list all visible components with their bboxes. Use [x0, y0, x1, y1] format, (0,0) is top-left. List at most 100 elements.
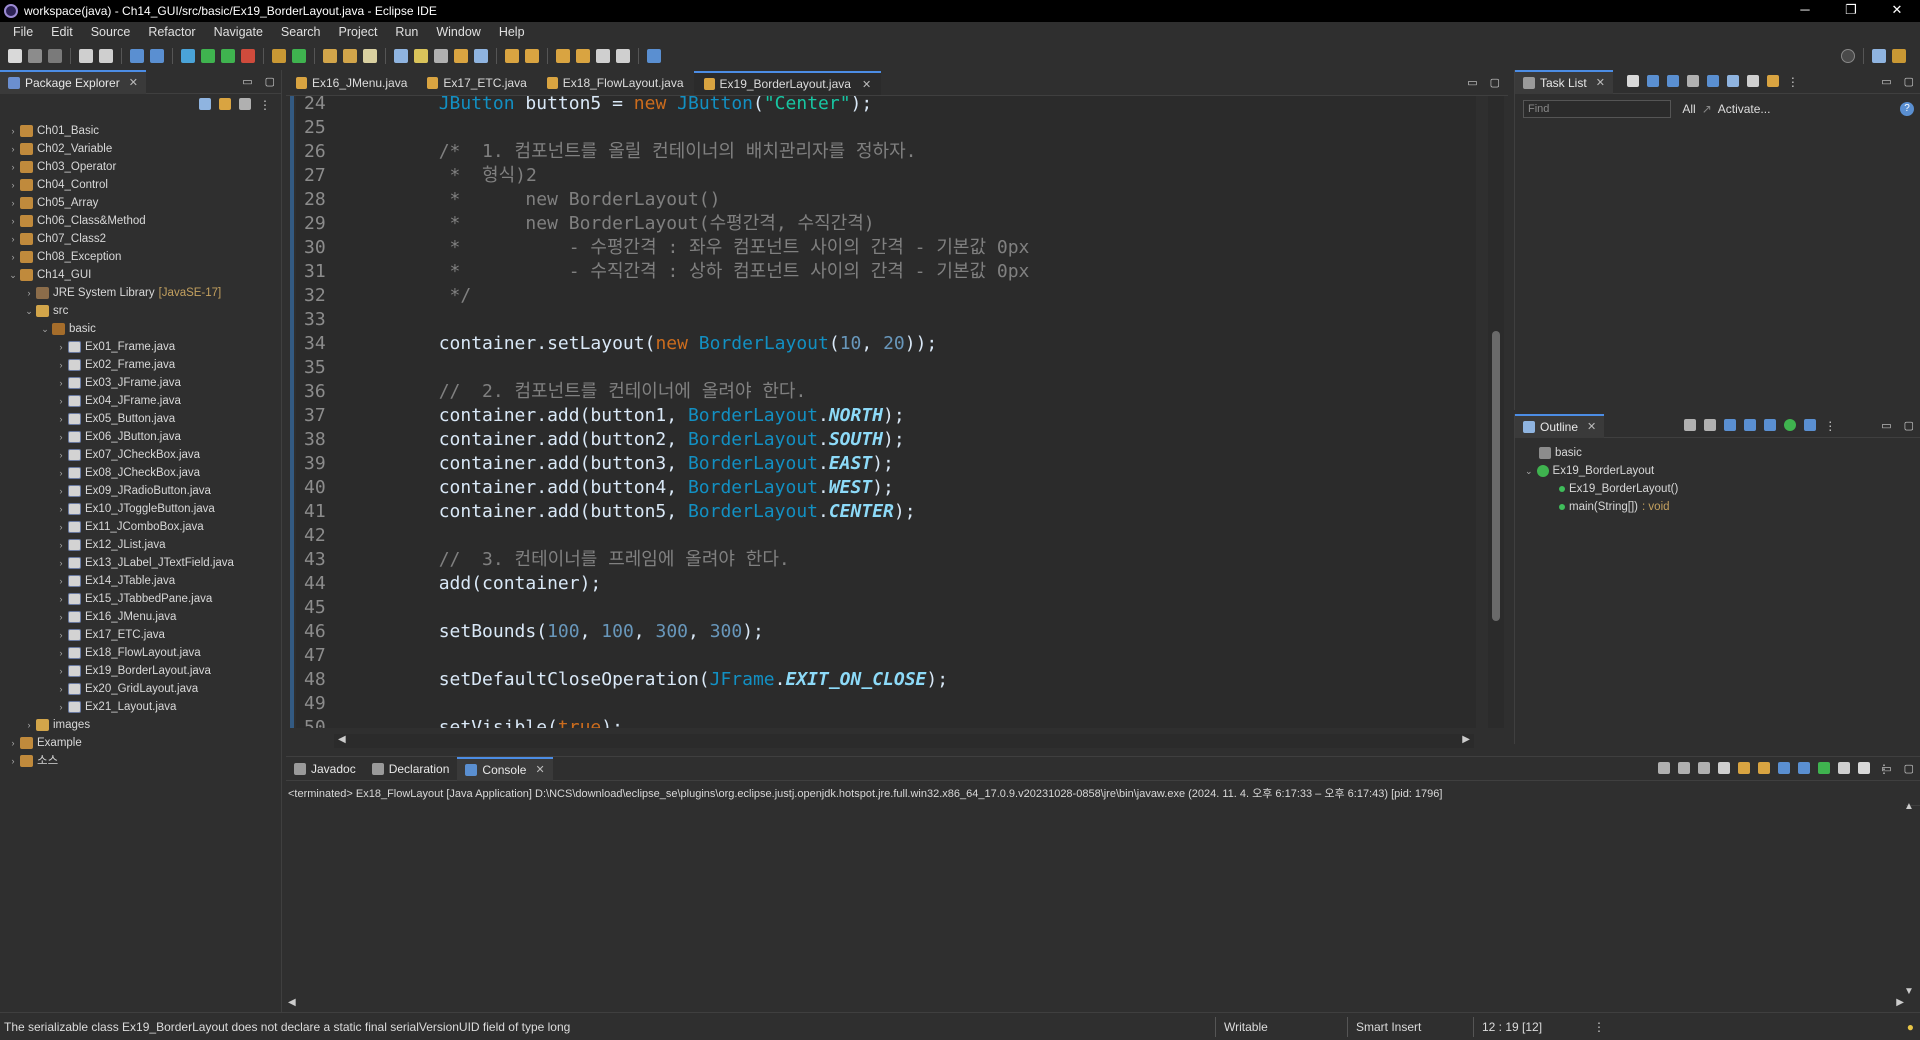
tree-item[interactable]: › Ch02_Variable: [0, 140, 281, 158]
minimize-icon[interactable]: ▭: [1467, 76, 1477, 89]
new-java-project-icon[interactable]: [272, 49, 286, 63]
status-menu-icon[interactable]: ⋮: [1593, 1020, 1605, 1034]
chevron-right-icon[interactable]: ›: [56, 428, 66, 446]
chevron-down-icon[interactable]: ⌄: [1525, 462, 1533, 480]
sync-icon[interactable]: [1766, 74, 1779, 87]
chevron-right-icon[interactable]: ›: [8, 176, 18, 194]
pin-editor-icon[interactable]: [647, 49, 661, 63]
maximize-icon[interactable]: ▢: [1904, 419, 1914, 432]
minimize-icon[interactable]: ▭: [1881, 419, 1891, 432]
block-selection-icon[interactable]: [434, 49, 448, 63]
tree-item[interactable]: › Ex09_JRadioButton.java: [0, 482, 281, 500]
chevron-right-icon[interactable]: ›: [56, 590, 66, 608]
chevron-right-icon[interactable]: ›: [56, 644, 66, 662]
close-icon[interactable]: ✕: [129, 76, 138, 89]
chevron-right-icon[interactable]: ›: [56, 662, 66, 680]
tree-item[interactable]: › Ex21_Layout.java: [0, 698, 281, 716]
undo-icon[interactable]: [79, 49, 93, 63]
tree-item[interactable]: › Ex13_JLabel_JTextField.java: [0, 554, 281, 572]
remove-launch-icon[interactable]: [1678, 762, 1690, 774]
close-icon[interactable]: ✕: [1596, 76, 1605, 89]
collapse-icon[interactable]: [1746, 74, 1759, 87]
next-annotation-icon[interactable]: [505, 49, 519, 63]
tab-console[interactable]: Console ✕: [457, 756, 553, 781]
tree-item[interactable]: › Ex10_JToggleButton.java: [0, 500, 281, 518]
expand-all-icon[interactable]: [1726, 74, 1739, 87]
debug-icon[interactable]: [181, 49, 195, 63]
close-button[interactable]: ✕: [1874, 0, 1920, 22]
maximize-icon[interactable]: ▢: [1904, 762, 1914, 775]
chevron-right-icon[interactable]: ›: [56, 410, 66, 428]
activate-link[interactable]: Activate...: [1718, 102, 1771, 116]
menu-project[interactable]: Project: [330, 25, 387, 39]
tree-item[interactable]: › Ex11_JComboBox.java: [0, 518, 281, 536]
tree-item[interactable]: › Ex06_JButton.java: [0, 428, 281, 446]
tab-javadoc[interactable]: Javadoc: [286, 757, 364, 781]
code-editor[interactable]: 24 JButton button5 = new JButton("Center…: [286, 96, 1476, 728]
editor-tab[interactable]: Ex17_ETC.java: [417, 71, 536, 95]
maximize-icon[interactable]: ▢: [1490, 76, 1500, 89]
forward-icon[interactable]: [576, 49, 590, 63]
word-wrap-icon[interactable]: [1758, 762, 1770, 774]
chevron-right-icon[interactable]: ›: [56, 554, 66, 572]
menu-refactor[interactable]: Refactor: [139, 25, 204, 39]
minimize-button[interactable]: ─: [1782, 0, 1828, 22]
view-menu-icon[interactable]: ⋮: [259, 98, 271, 116]
new-task-icon[interactable]: [1626, 74, 1639, 87]
tree-item[interactable]: › Ex08_JCheckBox.java: [0, 464, 281, 482]
chevron-right-icon[interactable]: ›: [56, 500, 66, 518]
tree-item[interactable]: ⌄ basic: [0, 320, 281, 338]
tree-item[interactable]: › Ch07_Class2: [0, 230, 281, 248]
chevron-right-icon[interactable]: ›: [56, 482, 66, 500]
terminate-icon[interactable]: [1658, 762, 1670, 774]
hide-local-icon[interactable]: [1784, 418, 1797, 431]
chevron-right-icon[interactable]: ›: [56, 356, 66, 374]
outline-constructor[interactable]: Ex19_BorderLayout(): [1525, 480, 1920, 498]
tree-item[interactable]: › Ex14_JTable.java: [0, 572, 281, 590]
view-menu-icon[interactable]: ⋮: [1824, 419, 1836, 433]
editor-tab[interactable]: Ex19_BorderLayout.java ✕: [693, 71, 882, 95]
filter-icon[interactable]: [239, 98, 251, 110]
new-icon[interactable]: [8, 49, 22, 63]
collapse-all-icon[interactable]: [1684, 418, 1697, 431]
close-icon[interactable]: ✕: [1587, 420, 1596, 433]
scheduled-icon[interactable]: [1666, 74, 1679, 87]
show-stdout-icon[interactable]: [1778, 762, 1790, 774]
tree-item[interactable]: › Ex17_ETC.java: [0, 626, 281, 644]
tree-item[interactable]: › Ex16_JMenu.java: [0, 608, 281, 626]
tab-outline[interactable]: Outline ✕: [1515, 413, 1605, 438]
show-whitespace-icon[interactable]: [454, 49, 468, 63]
tree-item[interactable]: › Ex07_JCheckBox.java: [0, 446, 281, 464]
hide-fields-icon[interactable]: [1724, 418, 1737, 431]
all-filter-link[interactable]: All: [1682, 102, 1695, 116]
maximize-button[interactable]: ❐: [1828, 0, 1874, 22]
show-stderr-icon[interactable]: [1798, 762, 1810, 774]
chevron-down-icon[interactable]: ⌄: [40, 320, 50, 338]
back-icon[interactable]: [556, 49, 570, 63]
minimize-icon[interactable]: ▭: [242, 75, 252, 88]
close-icon[interactable]: ✕: [535, 763, 544, 776]
hide-nonpublic-icon[interactable]: [1764, 418, 1777, 431]
chevron-right-icon[interactable]: ›: [56, 374, 66, 392]
chevron-right-icon[interactable]: ›: [8, 158, 18, 176]
tree-item[interactable]: › Ch06_Class&Method: [0, 212, 281, 230]
menu-navigate[interactable]: Navigate: [205, 25, 272, 39]
tree-item[interactable]: › JRE System Library [JavaSE-17]: [0, 284, 281, 302]
focus-icon[interactable]: [1706, 74, 1719, 87]
outline-package[interactable]: basic: [1525, 444, 1920, 462]
search-icon-tb[interactable]: [363, 49, 377, 63]
chevron-right-icon[interactable]: ›: [8, 230, 18, 248]
pilcrow-icon[interactable]: [474, 49, 488, 63]
editor-tab[interactable]: Ex18_FlowLayout.java: [537, 71, 694, 95]
chevron-right-icon[interactable]: ›: [56, 464, 66, 482]
outline-method[interactable]: main(String[]) : void: [1525, 498, 1920, 516]
outline-class[interactable]: ⌄ Ex19_BorderLayout: [1525, 462, 1920, 480]
tree-item[interactable]: › Ch05_Array: [0, 194, 281, 212]
tab-package-explorer[interactable]: Package Explorer ✕: [0, 69, 146, 94]
tree-item[interactable]: ⌄ Ch14_GUI: [0, 266, 281, 284]
chevron-right-icon[interactable]: ›: [56, 572, 66, 590]
chevron-right-icon[interactable]: ›: [56, 392, 66, 410]
console-output[interactable]: [286, 801, 1906, 997]
chevron-down-icon[interactable]: ⌄: [24, 302, 34, 320]
maximize-icon[interactable]: ▢: [265, 75, 275, 88]
